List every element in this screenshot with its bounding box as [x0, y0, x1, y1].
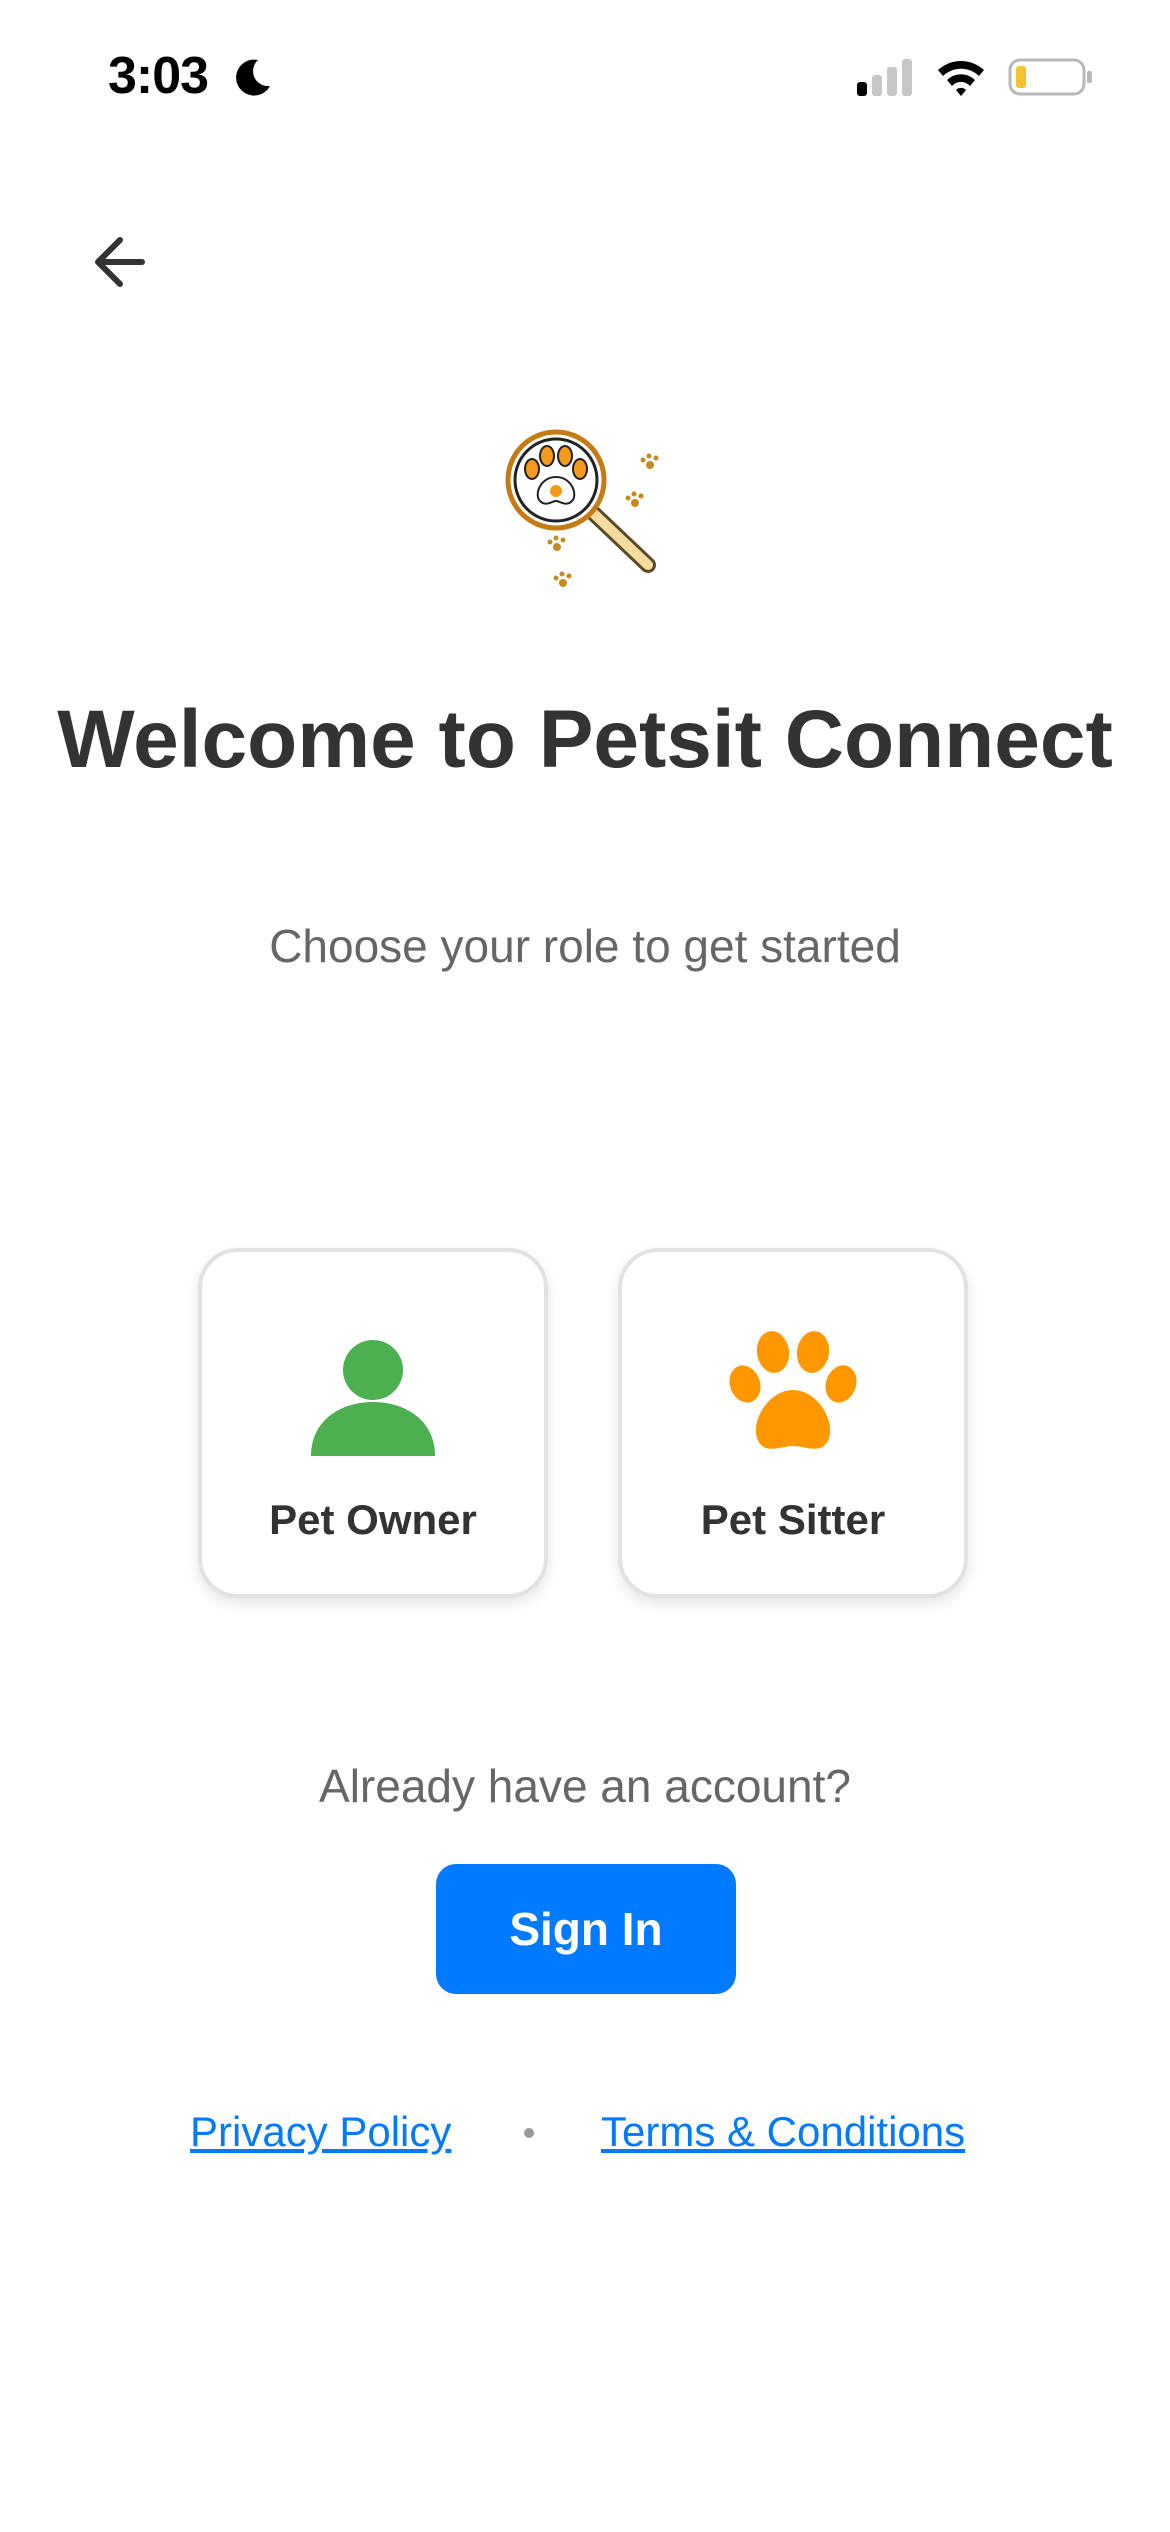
terms-conditions-link[interactable]: Terms & Conditions [601, 2104, 965, 2160]
privacy-policy-link[interactable]: Privacy Policy [190, 2104, 451, 2160]
back-button[interactable] [80, 222, 160, 302]
sign-in-button[interactable]: Sign In [436, 1864, 736, 1994]
status-bar: 3:03 [0, 0, 1170, 150]
account-prompt: Already have an account? [319, 1760, 851, 1812]
paw-icon [729, 1331, 857, 1449]
pet-sitter-label: Pet Sitter [700, 1496, 886, 1543]
moon-icon [236, 59, 270, 96]
footer-separator-dot [524, 2128, 534, 2138]
pet-sitter-card[interactable]: Pet Sitter [618, 1248, 968, 1598]
wifi-icon [938, 61, 984, 96]
page-subtitle: Choose your role to get started [269, 920, 901, 972]
title-text: Welcome to Petsit Connect [57, 694, 1113, 785]
battery-icon [1008, 58, 1092, 96]
pet-owner-label: Pet Owner [269, 1496, 477, 1543]
arrow-left-icon [95, 237, 145, 287]
person-icon [311, 1340, 435, 1456]
status-time: 3:03 [108, 47, 209, 105]
signal-icon [857, 59, 912, 96]
page-title: Welcome to Petsit Connect [0, 690, 1170, 790]
pet-owner-card[interactable]: Pet Owner [198, 1248, 548, 1598]
magnifier-paw-logo [505, 429, 659, 587]
